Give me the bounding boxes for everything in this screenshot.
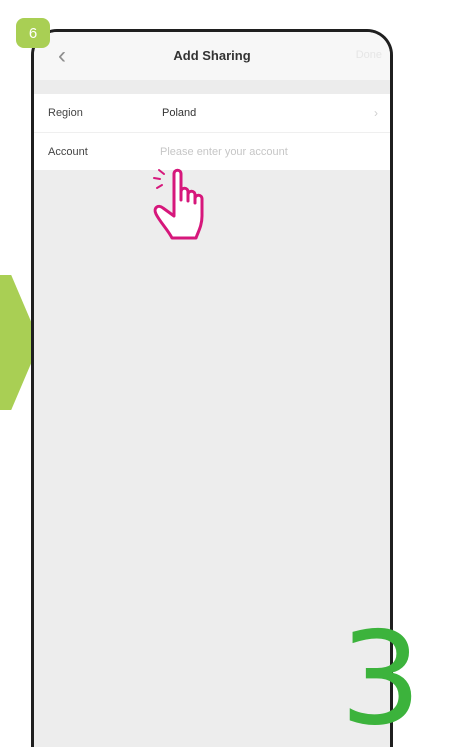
step-badge: 6	[16, 18, 50, 48]
account-label: Account	[48, 145, 88, 158]
region-row[interactable]: Region Poland ›	[34, 94, 390, 132]
chevron-right-icon: ›	[374, 106, 378, 120]
account-row: Account	[34, 132, 390, 170]
page-title: Add Sharing	[173, 48, 251, 63]
region-value: Poland	[162, 107, 197, 119]
done-button[interactable]: Done	[356, 49, 382, 61]
section-divider	[34, 80, 390, 94]
sharing-form: Region Poland › Account	[34, 94, 390, 170]
phone-frame: ‹ Add Sharing Done Region Poland › Accou…	[31, 29, 393, 747]
nav-bar: ‹ Add Sharing Done	[34, 32, 390, 80]
pointing-hand-icon	[153, 168, 204, 240]
account-input[interactable]	[160, 145, 360, 158]
region-label: Region	[48, 107, 83, 119]
page-number: 3	[340, 605, 422, 747]
